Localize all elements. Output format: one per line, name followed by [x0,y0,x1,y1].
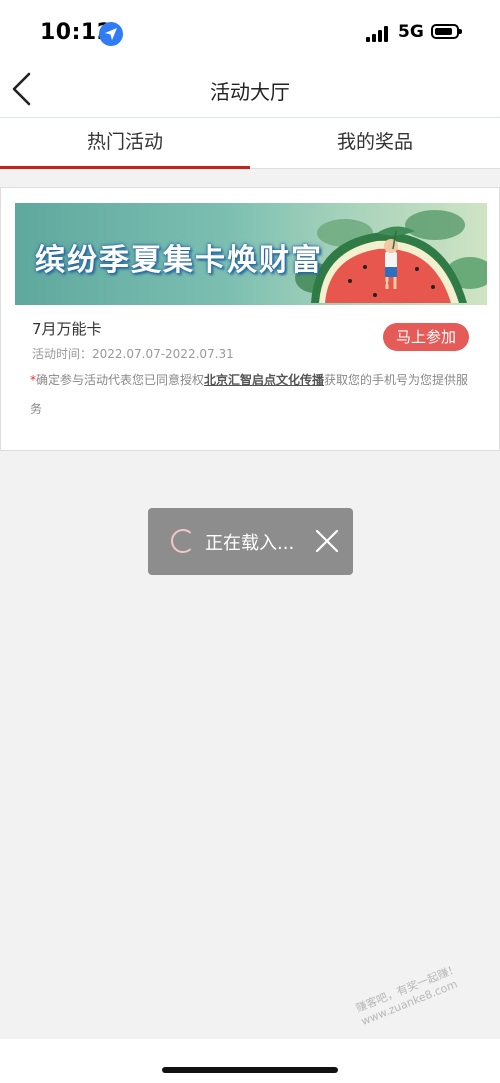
home-indicator[interactable] [162,1067,338,1073]
bottom-bar [0,1039,500,1083]
loading-toast: 正在载入... [148,508,353,575]
join-button[interactable]: 马上参加 [383,323,469,351]
network-type: 5G [398,22,424,42]
close-icon[interactable] [314,528,340,554]
activity-name: 7月万能卡 [32,320,102,338]
page-title: 活动大厅 [210,80,290,104]
status-bar: 10:12 5G [0,0,500,62]
company-link[interactable]: 北京汇智启点文化传播 [204,373,324,387]
tab-bar: 热门活动 我的奖品 [0,118,500,169]
location-arrow-icon [99,22,123,46]
nav-bar: 活动大厅 [0,62,500,118]
active-tab-indicator [0,166,250,169]
cellular-signal-icon [366,26,388,42]
loading-text: 正在载入... [205,533,295,554]
battery-icon [431,24,462,39]
activity-time: 活动时间：2022.07.07-2022.07.31 [32,347,234,361]
tab-hot-activities[interactable]: 热门活动 [0,118,250,168]
watermark: 赚客吧，有奖一起赚！ www.zuanke8.com [354,962,466,1029]
tab-my-prizes[interactable]: 我的奖品 [250,118,500,168]
activity-card[interactable]: 缤纷季夏集卡焕财富 7月万能卡 活动时间：2022.07.07-2022.07.… [0,187,500,451]
notice-text-before: 确定参与活动代表您已同意授权 [36,373,205,387]
loading-spinner-icon [171,529,191,553]
activity-banner[interactable]: 缤纷季夏集卡焕财富 [15,203,487,305]
authorization-notice: *确定参与活动代表您已同意授权北京汇智启点文化传播获取您的手机号为您提供服务 [30,366,474,424]
banner-title: 缤纷季夏集卡焕财富 [35,243,323,278]
